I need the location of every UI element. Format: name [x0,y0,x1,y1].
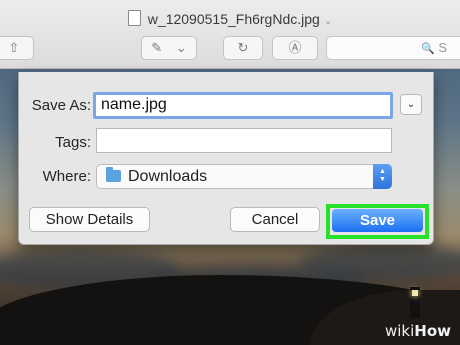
window-title: w_12090515_Fh6rgNdc.jpg ⌄ [0,10,460,27]
watermark-suffix: How [414,322,452,340]
folder-icon [106,167,121,182]
cancel-button[interactable]: Cancel [230,207,320,232]
document-icon [127,10,141,26]
title-chevron-icon[interactable]: ⌄ [324,16,332,27]
markup-icon: Ⓐ [288,40,302,55]
tags-field[interactable] [96,128,392,153]
save-dialog: Save As: name.jpg ⌄ Tags: Where: Downloa… [18,72,434,245]
stepper-down-icon: ▼ [379,176,386,183]
window-title-text: w_12090515_Fh6rgNdc.jpg [147,11,320,27]
popup-stepper-icon: ▲ ▼ [373,164,392,189]
stepper-up-icon: ▲ [379,168,386,175]
search-icon: 🔍 [421,43,435,55]
expand-dialog-button[interactable]: ⌄ [400,94,422,115]
rotate-icon: ↻ [237,40,249,55]
markup-button[interactable]: Ⓐ [272,36,318,60]
share-icon: ⇧ [8,40,20,55]
save-as-label: Save As: [31,97,91,114]
window-titlebar: w_12090515_Fh6rgNdc.jpg ⌄ ⇧ ✎ ⌄ ↻ Ⓐ 🔍 S [0,0,460,69]
save-button[interactable]: Save [332,209,423,232]
save-as-field[interactable]: name.jpg [93,92,393,119]
search-placeholder: S [438,40,447,55]
wikihow-watermark: wikiHow [385,322,451,340]
share-button[interactable]: ⇧ [0,36,34,60]
chevron-down-icon: ⌄ [175,40,187,55]
show-details-button[interactable]: Show Details [29,207,150,232]
rotate-button[interactable]: ↻ [223,36,263,60]
watermark-prefix: wiki [385,322,415,340]
where-label: Where: [42,168,91,185]
pen-icon: ✎ [151,40,163,55]
where-value: Downloads [128,168,208,185]
lighthouse [410,287,420,318]
where-popup[interactable]: Downloads ▲ ▼ [96,164,392,189]
chevron-down-icon: ⌄ [406,99,416,110]
annotate-button[interactable]: ✎ ⌄ [141,36,197,60]
tags-label: Tags: [55,134,91,151]
search-field[interactable]: 🔍 S [326,36,460,60]
